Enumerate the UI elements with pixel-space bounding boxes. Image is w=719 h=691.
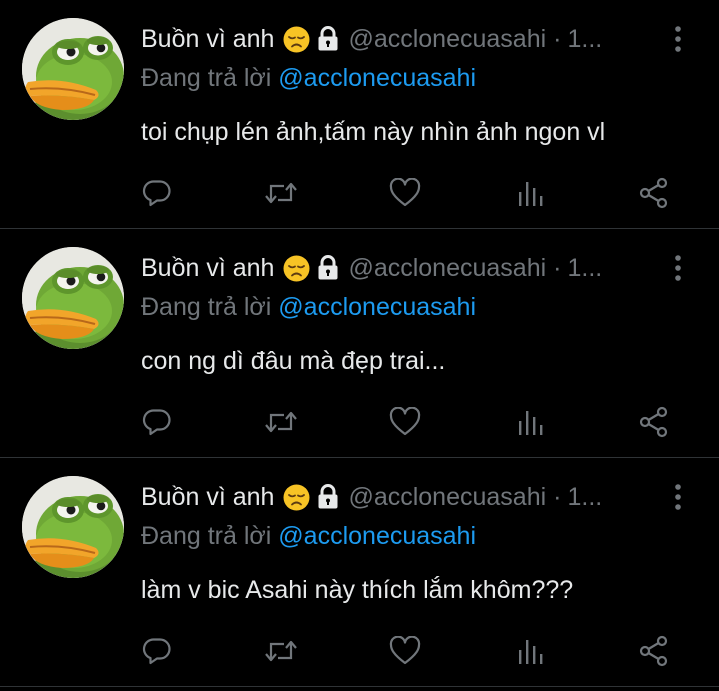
analytics-icon — [519, 182, 543, 206]
user-handle[interactable]: @acclonecuasahi — [348, 483, 546, 512]
like-icon — [389, 178, 421, 207]
disappointed-face-icon — [283, 26, 310, 53]
retweet-button[interactable] — [264, 634, 298, 668]
lock-icon — [316, 484, 340, 510]
separator-dot: · — [553, 253, 562, 282]
tweet-text: làm v bic Asahi này thích lắm khôm??? — [141, 576, 574, 604]
like-button[interactable] — [388, 176, 422, 210]
timestamp[interactable]: 1... — [567, 25, 602, 54]
reply-mention-link[interactable]: @acclonecuasahi — [278, 64, 476, 92]
tweet[interactable]: Buồn vì anh @acclonecuasahi · 1... Đang … — [0, 229, 719, 457]
reply-icon — [142, 638, 171, 665]
tweet-divider — [0, 457, 719, 458]
reply-mention-link[interactable]: @acclonecuasahi — [278, 522, 476, 550]
tweet-actions — [0, 176, 719, 212]
more-options-icon[interactable] — [668, 24, 688, 54]
timestamp[interactable]: 1... — [567, 254, 602, 283]
share-button[interactable] — [637, 405, 671, 439]
avatar[interactable] — [22, 476, 124, 578]
timestamp[interactable]: 1... — [567, 483, 602, 512]
retweet-icon — [265, 640, 297, 662]
share-icon — [639, 177, 668, 209]
analytics-button[interactable] — [513, 176, 547, 210]
like-icon — [389, 407, 421, 436]
reply-button[interactable] — [140, 634, 174, 668]
disappointed-face-icon — [283, 484, 310, 511]
user-handle[interactable]: @acclonecuasahi — [348, 254, 546, 283]
analytics-icon — [519, 640, 543, 664]
more-options-icon[interactable] — [668, 253, 688, 283]
reply-icon — [142, 409, 171, 436]
tweet-actions — [0, 634, 719, 670]
lock-icon — [316, 255, 340, 281]
tweet-text: toi chụp lén ảnh,tấm này nhìn ảnh ngon v… — [141, 118, 606, 146]
display-name[interactable]: Buồn vì anh — [141, 25, 274, 54]
tweet[interactable]: Buồn vì anh @acclonecuasahi · 1... Đang … — [0, 458, 719, 686]
separator-dot: · — [553, 24, 562, 53]
tweet-header: Buồn vì anh @acclonecuasahi · 1... — [141, 22, 651, 56]
user-handle[interactable]: @acclonecuasahi — [348, 25, 546, 54]
disappointed-face-icon — [283, 255, 310, 282]
reply-button[interactable] — [140, 176, 174, 210]
display-name[interactable]: Buồn vì anh — [141, 483, 274, 512]
tweet-actions — [0, 405, 719, 441]
reply-button[interactable] — [140, 405, 174, 439]
reply-prefix: Đang trả lời — [141, 293, 272, 321]
display-name[interactable]: Buồn vì anh — [141, 254, 274, 283]
like-button[interactable] — [388, 634, 422, 668]
reply-prefix: Đang trả lời — [141, 522, 272, 550]
retweet-icon — [265, 411, 297, 433]
tweet-divider — [0, 228, 719, 229]
replying-to: Đang trả lời @acclonecuasahi — [141, 522, 476, 551]
avatar[interactable] — [22, 247, 124, 349]
retweet-button[interactable] — [264, 405, 298, 439]
analytics-icon — [519, 411, 543, 435]
separator-dot: · — [553, 482, 562, 511]
more-options-icon[interactable] — [668, 482, 688, 512]
tweet-divider — [0, 686, 719, 687]
reply-prefix: Đang trả lời — [141, 64, 272, 92]
reply-mention-link[interactable]: @acclonecuasahi — [278, 293, 476, 321]
replying-to: Đang trả lời @acclonecuasahi — [141, 64, 476, 93]
tweet-text: con ng dì đâu mà đẹp trai... — [141, 347, 446, 375]
share-button[interactable] — [637, 634, 671, 668]
tweet-header: Buồn vì anh @acclonecuasahi · 1... — [141, 251, 651, 285]
share-icon — [639, 635, 668, 667]
analytics-button[interactable] — [513, 634, 547, 668]
like-icon — [389, 636, 421, 665]
lock-icon — [316, 26, 340, 52]
tweet-header: Buồn vì anh @acclonecuasahi · 1... — [141, 480, 651, 514]
like-button[interactable] — [388, 405, 422, 439]
reply-icon — [142, 180, 171, 207]
retweet-button[interactable] — [264, 176, 298, 210]
share-icon — [639, 406, 668, 438]
tweet-feed: Buồn vì anh @acclonecuasahi · 1... Đang … — [0, 0, 719, 691]
avatar[interactable] — [22, 18, 124, 120]
analytics-button[interactable] — [513, 405, 547, 439]
share-button[interactable] — [637, 176, 671, 210]
tweet[interactable]: Buồn vì anh @acclonecuasahi · 1... Đang … — [0, 0, 719, 228]
retweet-icon — [265, 182, 297, 204]
replying-to: Đang trả lời @acclonecuasahi — [141, 293, 476, 322]
